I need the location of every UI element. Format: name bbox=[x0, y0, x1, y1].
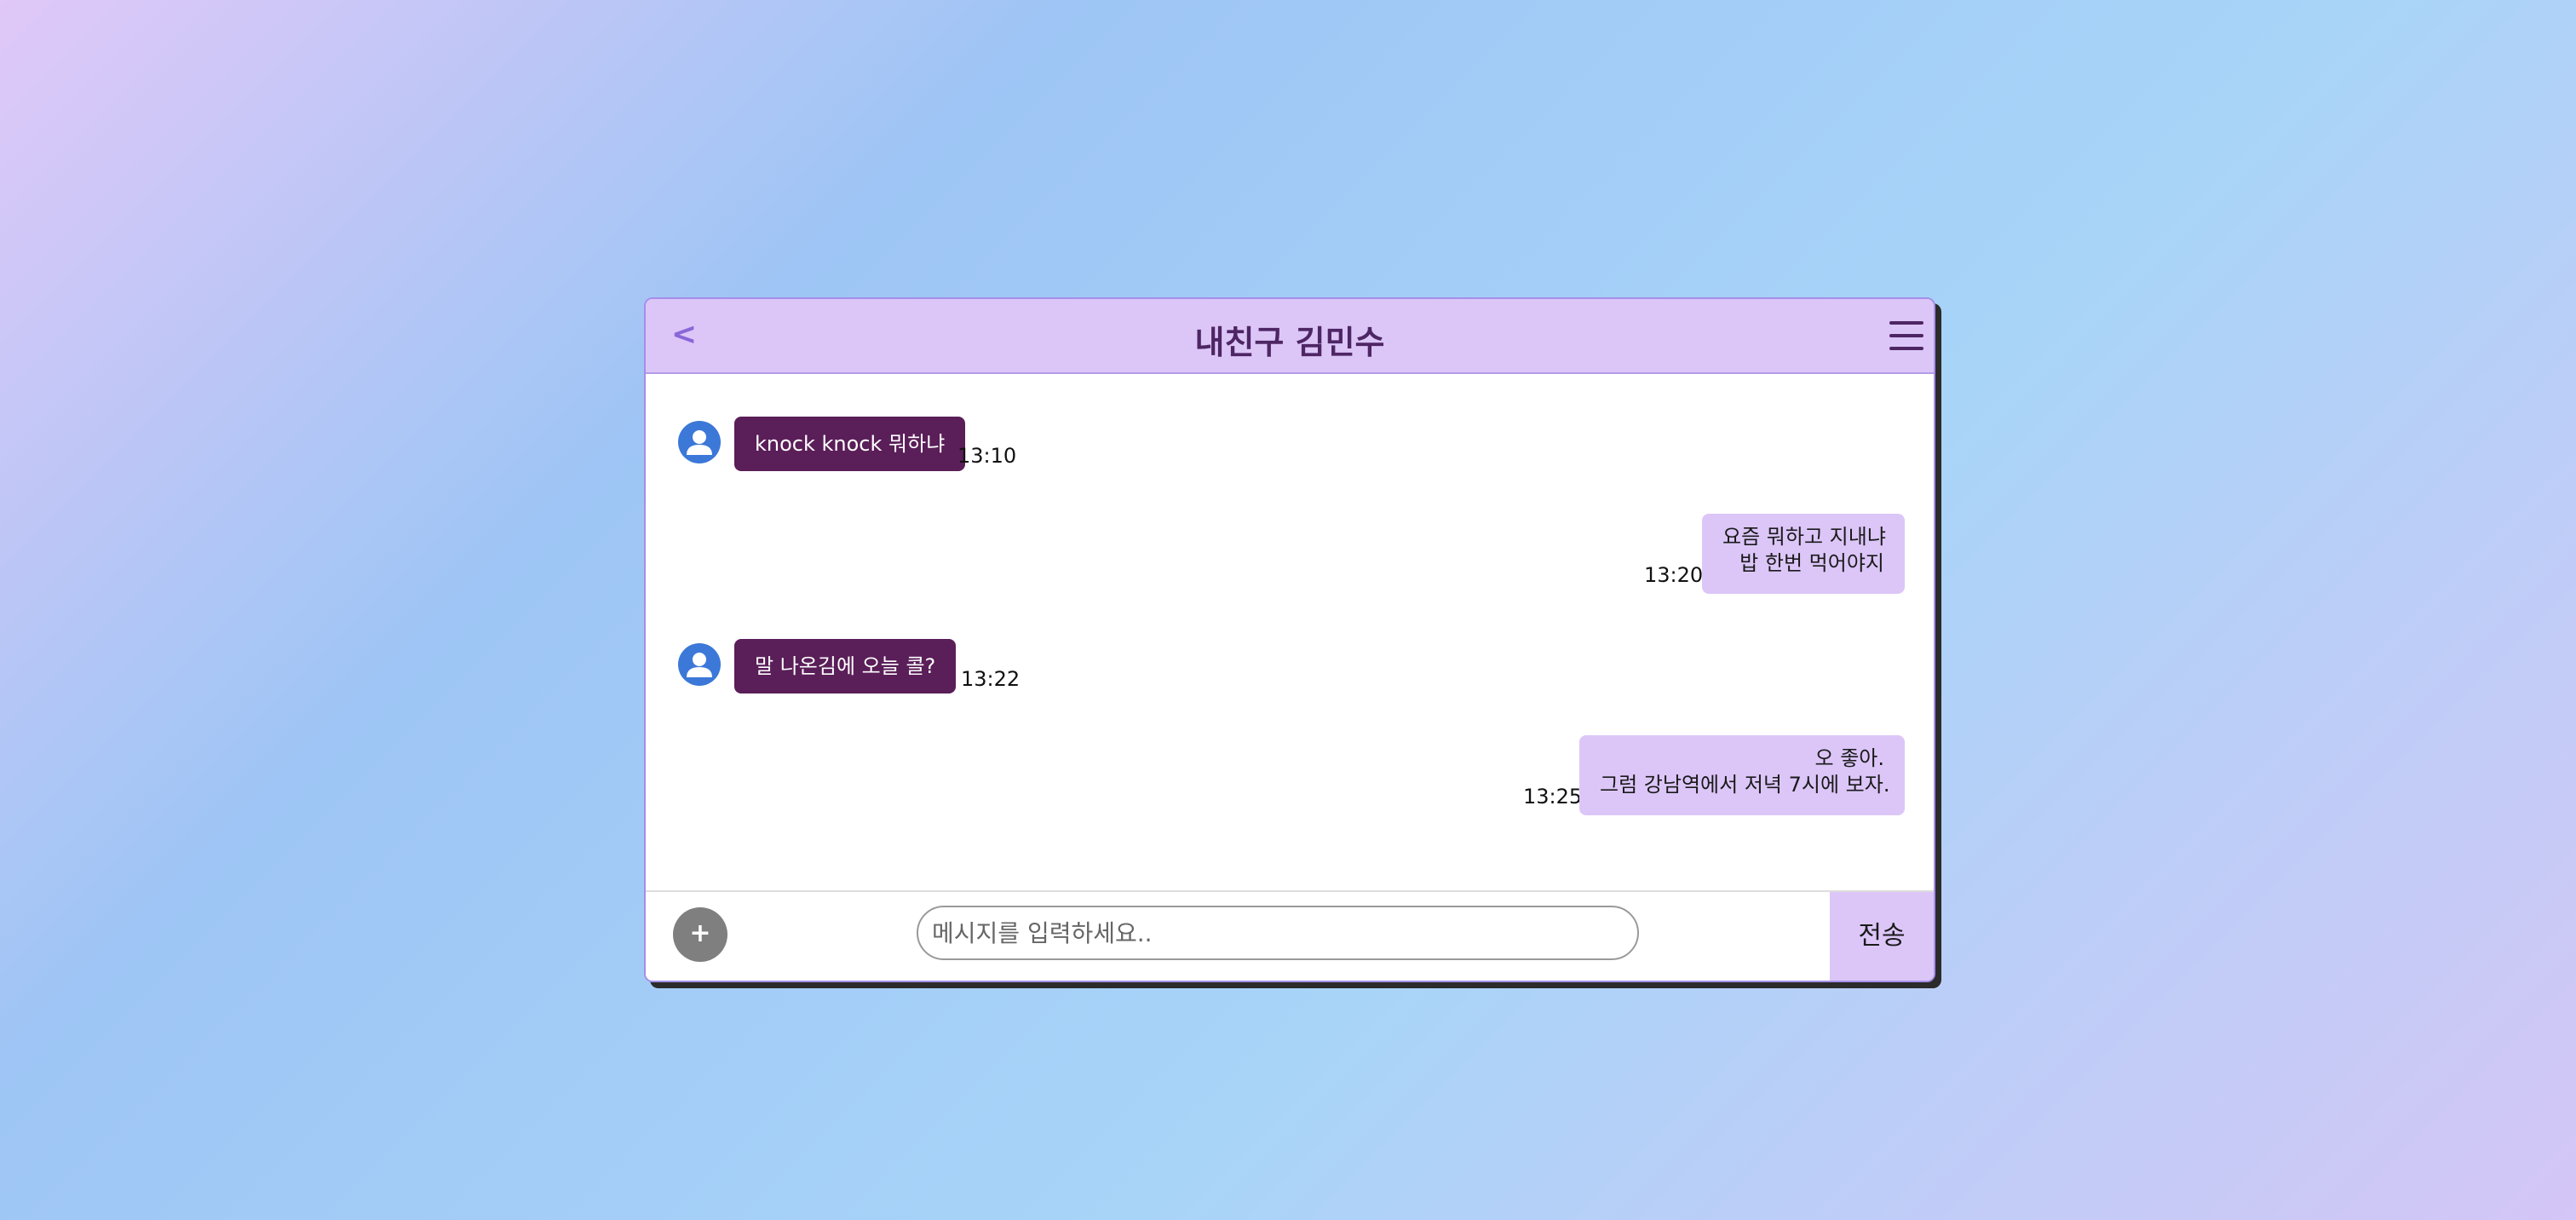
plus-icon: + bbox=[689, 918, 711, 948]
avatar-icon bbox=[678, 643, 721, 686]
message-bubble-incoming: 말 나온김에 오늘 콜? bbox=[734, 639, 957, 693]
message-text-line: 밥 한번 먹어야지 bbox=[1739, 551, 1884, 575]
add-attachment-button[interactable]: + bbox=[673, 907, 727, 962]
message-text-line: 요즘 뭐하고 지내냐 bbox=[1722, 525, 1886, 549]
back-button[interactable]: < bbox=[671, 318, 705, 352]
chat-window: < 내친구 김민수 knock knock 뭐하냐 13:10 13:20 요즘… bbox=[644, 297, 1935, 982]
message-text-line: 그럼 강남역에서 저녁 7시에 보자. bbox=[1600, 773, 1890, 797]
back-icon: < bbox=[671, 317, 698, 352]
message-text-line: 오 좋아. bbox=[1814, 746, 1885, 770]
avatar-icon bbox=[678, 421, 721, 463]
message-time: 13:25 bbox=[1523, 785, 1583, 809]
chat-title: 내친구 김민수 bbox=[1194, 324, 1385, 361]
message-time: 13:10 bbox=[957, 444, 1017, 468]
message-bubble-outgoing: 요즘 뭐하고 지내냐 밥 한번 먹어야지 bbox=[1702, 514, 1905, 594]
message-list[interactable]: knock knock 뭐하냐 13:10 13:20 요즘 뭐하고 지내냐 밥… bbox=[646, 374, 1934, 890]
message-time: 13:20 bbox=[1644, 563, 1704, 587]
message-bubble-outgoing: 오 좋아. 그럼 강남역에서 저녁 7시에 보자. bbox=[1579, 735, 1905, 815]
message-input[interactable] bbox=[917, 906, 1639, 960]
hamburger-menu-icon[interactable] bbox=[1889, 319, 1923, 354]
message-text: 말 나온김에 오늘 콜? bbox=[755, 654, 936, 678]
message-time: 13:22 bbox=[961, 667, 1021, 691]
chat-header: < 내친구 김민수 bbox=[646, 299, 1934, 374]
send-button[interactable]: 전송 bbox=[1830, 892, 1934, 981]
message-text: knock knock 뭐하냐 bbox=[755, 432, 946, 456]
input-bar: + 전송 bbox=[646, 890, 1934, 981]
message-bubble-incoming: knock knock 뭐하냐 bbox=[734, 417, 966, 471]
